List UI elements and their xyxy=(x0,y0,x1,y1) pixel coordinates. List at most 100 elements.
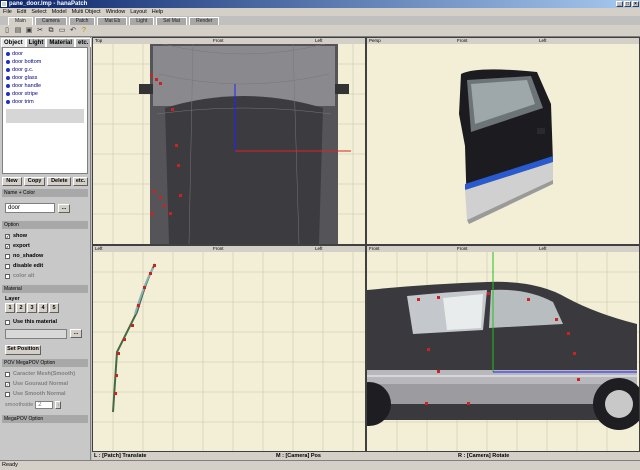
panel-tab-etc[interactable]: etc. xyxy=(75,38,92,47)
tab-render[interactable]: Render xyxy=(189,17,220,25)
smoothside-field[interactable]: 2 xyxy=(35,401,54,409)
smoothside-label: smoothside xyxy=(5,402,34,408)
delete-button[interactable]: Delete xyxy=(47,177,72,186)
checkbox-box: ✓ xyxy=(5,233,10,239)
caracter-mesh-checkbox: Caracter Mesh(Smooth) xyxy=(5,369,85,379)
viewport-top[interactable]: Top Front Left xyxy=(92,37,366,245)
menu-help[interactable]: Help xyxy=(152,8,163,16)
layer-5-button[interactable]: 5 xyxy=(49,303,59,313)
viewport-perspective[interactable]: Persp Front Left xyxy=(366,37,640,245)
viewport-left[interactable]: Left Front Left xyxy=(92,245,366,452)
minimize-icon[interactable]: _ xyxy=(616,1,623,7)
gouraud-normal-checkbox: ✓ Use Gouraud Normal xyxy=(5,379,85,389)
help-icon[interactable]: ? xyxy=(80,27,88,35)
panel-tab-light[interactable]: Light xyxy=(25,38,47,47)
layer-3-button[interactable]: 3 xyxy=(27,303,37,313)
checkbox-box xyxy=(5,391,10,397)
export-label: export xyxy=(13,243,30,249)
hint-left: L : [Patch] Translate xyxy=(94,453,147,459)
show-checkbox[interactable]: ✓ show xyxy=(5,231,85,241)
checkbox-box xyxy=(5,371,10,377)
material-field[interactable] xyxy=(5,329,67,339)
menu-edit[interactable]: Edit xyxy=(17,8,26,16)
tab-patch[interactable]: Patch xyxy=(68,17,96,25)
tab-main[interactable]: Main xyxy=(8,17,33,25)
etc-button[interactable]: etc. xyxy=(73,177,88,186)
object-name-field[interactable]: door xyxy=(5,203,55,213)
menu-select[interactable]: Select xyxy=(31,8,46,16)
paste-icon[interactable]: ▭ xyxy=(58,27,66,35)
cut-icon[interactable]: ✂ xyxy=(36,27,44,35)
menu-layout[interactable]: Layout xyxy=(130,8,147,16)
list-item[interactable]: door xyxy=(3,50,87,58)
name-color-header[interactable]: Name + Color xyxy=(2,189,88,197)
color-alt-label: color alt xyxy=(13,273,35,279)
new-button[interactable]: New xyxy=(2,177,22,186)
copy-icon[interactable]: ⧉ xyxy=(47,27,55,35)
smoothside-stepper[interactable]: ↕ xyxy=(55,401,62,409)
status-bar: Ready xyxy=(0,460,640,470)
list-item[interactable]: door bottom xyxy=(3,58,87,66)
smooth-normal-label: Use Smooth Normal xyxy=(13,391,66,397)
top-view-canvas xyxy=(93,44,365,244)
export-checkbox[interactable]: ✓ export xyxy=(5,241,85,251)
window-title: pane_door.lmp - hanaPatch xyxy=(9,1,88,7)
viewport-front[interactable]: Front Front Left xyxy=(366,245,640,452)
panel-tab-material[interactable]: Material xyxy=(46,38,76,47)
menu-model[interactable]: Model xyxy=(52,8,67,16)
panel-tab-object[interactable]: Object xyxy=(1,38,26,47)
set-position-button[interactable]: Set Position xyxy=(5,345,41,355)
tab-sel-mat[interactable]: Sel Mat xyxy=(156,17,188,25)
hint-middle: M : [Camera] Pos xyxy=(276,453,321,459)
object-list: door door bottom door g.c. door glass do… xyxy=(2,47,88,174)
megapov-header[interactable]: MegaPOV Option xyxy=(2,415,88,423)
side-view-canvas xyxy=(367,252,639,451)
list-item[interactable]: door handle xyxy=(3,82,87,90)
disable-edit-checkbox[interactable]: disable edit xyxy=(5,261,85,271)
copy-button[interactable]: Copy xyxy=(23,177,46,186)
left-view-canvas xyxy=(93,252,365,451)
layer-label: Layer xyxy=(5,296,20,302)
status-text: Ready xyxy=(2,462,18,468)
menu-multi-object[interactable]: Multi Object xyxy=(72,8,101,16)
hint-right: R : [Camera] Rotate xyxy=(458,453,510,459)
checkbox-box xyxy=(5,253,10,259)
menu-file[interactable]: File xyxy=(3,8,12,16)
material-browse-button[interactable]: ... xyxy=(70,329,82,338)
list-item[interactable]: door stripe xyxy=(3,90,87,98)
list-item[interactable]: door glass xyxy=(3,74,87,82)
undo-icon[interactable]: ↶ xyxy=(69,27,77,35)
tab-camera[interactable]: Camera xyxy=(34,17,67,25)
caracter-mesh-label: Caracter Mesh(Smooth) xyxy=(13,371,76,377)
save-icon[interactable]: ▣ xyxy=(25,27,33,35)
layer-4-button[interactable]: 4 xyxy=(38,303,48,313)
object-panel: Object Light Material etc. door door bot… xyxy=(0,37,92,460)
title-bar: pane_door.lmp - hanaPatch _ □ × xyxy=(0,0,640,8)
list-item[interactable]: door g.c. xyxy=(3,66,87,74)
color-picker-button[interactable]: ... xyxy=(58,203,70,213)
checkbox-box xyxy=(5,263,10,269)
close-icon[interactable]: × xyxy=(632,1,639,7)
tab-light[interactable]: Light xyxy=(129,17,155,25)
show-label: show xyxy=(13,233,28,239)
maximize-icon[interactable]: □ xyxy=(624,1,631,7)
use-material-checkbox[interactable]: Use this material xyxy=(5,317,85,327)
menu-window[interactable]: Window xyxy=(106,8,126,16)
no-shadow-checkbox[interactable]: no_shadow xyxy=(5,251,85,261)
new-file-icon[interactable]: ▯ xyxy=(3,27,11,35)
checkbox-box xyxy=(5,319,10,325)
use-material-label: Use this material xyxy=(13,319,58,325)
material-header[interactable]: Material xyxy=(2,285,88,293)
layer-1-button[interactable]: 1 xyxy=(5,303,15,313)
tab-mat-eb[interactable]: Mat Eb xyxy=(97,17,128,25)
list-item[interactable]: door trim xyxy=(3,98,87,106)
option-header[interactable]: Option xyxy=(2,221,88,229)
pov-header[interactable]: POV MegaPOV Option xyxy=(2,359,88,367)
mouse-hint-bar: L : [Patch] Translate M : [Camera] Pos R… xyxy=(92,452,640,460)
mode-tabs: Main Camera Patch Mat Eb Light Sel Mat R… xyxy=(0,16,640,25)
open-folder-icon[interactable]: ▤ xyxy=(14,27,22,35)
disable-edit-label: disable edit xyxy=(13,263,44,269)
checkbox-box xyxy=(5,273,10,279)
smooth-normal-checkbox: Use Smooth Normal xyxy=(5,389,85,399)
layer-2-button[interactable]: 2 xyxy=(16,303,26,313)
